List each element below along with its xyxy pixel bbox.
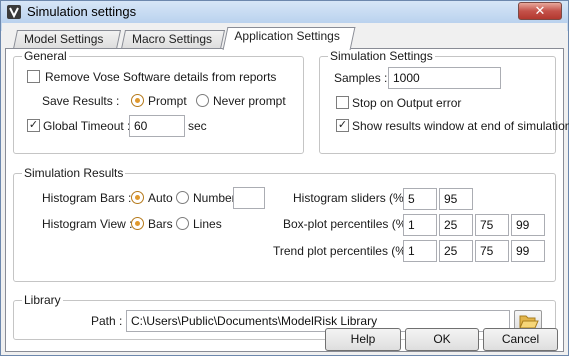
save-prompt-radio[interactable] (131, 94, 144, 107)
view-bars-label: Bars (148, 217, 173, 231)
samples-input[interactable]: 1000 (388, 67, 501, 89)
stop-on-error-checkbox[interactable] (336, 96, 349, 109)
global-timeout-label: Global Timeout : (43, 119, 131, 133)
view-lines-radio[interactable] (176, 217, 189, 230)
boxplot-p2-input[interactable]: 25 (439, 214, 473, 236)
tab-strip: Model Settings Macro Settings Applicatio… (5, 27, 565, 50)
histogram-sliders-label: Histogram sliders (%) : (293, 191, 415, 205)
boxplot-p4-input[interactable]: 99 (511, 214, 545, 236)
general-group-title: General (22, 49, 69, 63)
histogram-slider-high-input[interactable]: 95 (439, 188, 473, 210)
library-group-title: Library (22, 293, 63, 307)
dialog-body: Model Settings Macro Settings Applicatio… (2, 23, 569, 355)
application-settings-panel: General Remove Vose Software details fro… (5, 48, 569, 352)
settings-window: Simulation settings ✕ Model Settings Mac… (0, 0, 569, 356)
close-icon: ✕ (534, 3, 546, 18)
bars-number-label: Number (193, 191, 236, 205)
tab-model-settings[interactable]: Model Settings (12, 30, 122, 49)
vose-app-icon (7, 5, 21, 19)
general-group: General Remove Vose Software details fro… (13, 49, 304, 154)
stop-on-error-label: Stop on Output error (352, 96, 462, 110)
boxplot-p1-input[interactable]: 1 (403, 214, 437, 236)
global-timeout-checkbox[interactable]: ✓ (27, 119, 40, 132)
trend-p1-input[interactable]: 1 (403, 240, 437, 262)
save-results-label: Save Results : (42, 94, 120, 108)
remove-vose-label: Remove Vose Software details from report… (45, 70, 277, 84)
library-path-label: Path : (91, 314, 123, 328)
simulation-settings-title: Simulation Settings (328, 49, 435, 63)
timeout-unit-label: sec (188, 119, 207, 133)
trend-p4-input[interactable]: 99 (511, 240, 545, 262)
view-lines-label: Lines (193, 217, 222, 231)
histogram-bars-label: Histogram Bars : (42, 191, 132, 205)
simulation-settings-group: Simulation Settings Samples : 1000 Stop … (319, 49, 569, 154)
show-results-checkbox[interactable]: ✓ (336, 119, 349, 132)
window-title: Simulation settings (27, 4, 137, 19)
view-bars-radio[interactable] (131, 217, 144, 230)
close-button[interactable]: ✕ (518, 2, 562, 20)
simulation-results-title: Simulation Results (22, 166, 126, 180)
tab-macro-settings[interactable]: Macro Settings (120, 30, 226, 49)
save-never-prompt-label: Never prompt (213, 94, 286, 108)
show-results-label: Show results window at end of simulation (352, 119, 569, 133)
bars-number-input[interactable] (233, 187, 265, 209)
samples-label: Samples : (334, 71, 388, 85)
trend-p3-input[interactable]: 75 (475, 240, 509, 262)
global-timeout-input[interactable]: 60 (129, 115, 185, 137)
bars-auto-radio[interactable] (131, 191, 144, 204)
histogram-slider-low-input[interactable]: 5 (403, 188, 437, 210)
histogram-view-label: Histogram View : (42, 217, 133, 231)
save-prompt-label: Prompt (148, 94, 187, 108)
save-never-prompt-radio[interactable] (196, 94, 209, 107)
boxplot-percentiles-label: Box-plot percentiles (%) : (283, 217, 418, 231)
simulation-results-group: Simulation Results Histogram Bars : Auto… (13, 166, 556, 282)
boxplot-p3-input[interactable]: 75 (475, 214, 509, 236)
tab-application-settings[interactable]: Application Settings (222, 27, 356, 50)
remove-vose-checkbox[interactable] (27, 70, 40, 83)
title-bar[interactable]: Simulation settings ✕ (1, 1, 568, 23)
help-button[interactable]: Help (325, 328, 401, 351)
cancel-button[interactable]: Cancel (483, 328, 558, 351)
bars-auto-label: Auto (148, 191, 173, 205)
trend-percentiles-label: Trend plot percentiles (%) : (273, 244, 417, 258)
ok-button[interactable]: OK (405, 328, 479, 351)
trend-p2-input[interactable]: 25 (439, 240, 473, 262)
bars-number-radio[interactable] (176, 191, 189, 204)
